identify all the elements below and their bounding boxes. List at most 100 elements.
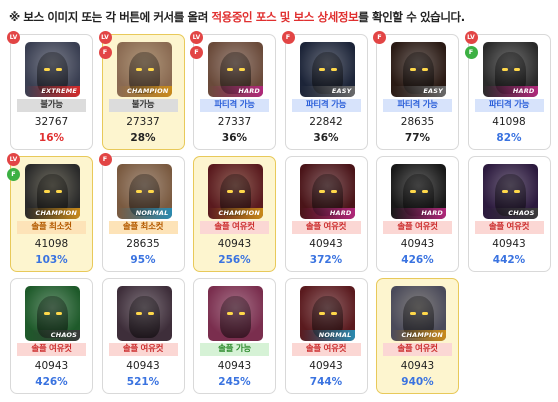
boss-portrait[interactable]: CHAOS	[25, 286, 80, 341]
status-label[interactable]: 파티격 가능	[474, 99, 544, 112]
boss-card[interactable]: CHAOS 솔플 여유컷 40943 442%	[467, 156, 551, 272]
status-label[interactable]: 솔플 최소컷	[17, 221, 86, 234]
power-percent: 521%	[126, 376, 160, 388]
combat-power: 40943	[400, 238, 435, 250]
boss-portrait[interactable]	[208, 286, 263, 341]
boss-portrait[interactable]: CHAMPION	[116, 42, 172, 97]
level-badge-icon: LV	[190, 31, 203, 44]
boss-portrait[interactable]: HARD	[391, 164, 446, 219]
boss-portrait[interactable]	[116, 286, 172, 341]
boss-card[interactable]: NORMAL 솔플 여유컷 40943 744%	[284, 278, 368, 394]
boss-card[interactable]: EASY F 파티격 가능 22842 36%	[281, 31, 368, 150]
boss-portrait[interactable]: EXTREME	[25, 42, 80, 97]
force-badge-icon: F	[98, 153, 112, 166]
status-label[interactable]: 솔플 여유컷	[291, 221, 361, 234]
boss-card[interactable]: CHAMPION LV F 솔플 최소컷 41098 103%	[7, 153, 93, 272]
status-label[interactable]: 불가능	[17, 99, 86, 112]
combat-power: 32767	[34, 116, 69, 128]
notice-suffix: 를 확인할 수 있습니다.	[358, 10, 465, 24]
power-percent: 256%	[218, 254, 251, 266]
boss-eye	[227, 68, 233, 71]
force-badge-icon: F	[7, 168, 20, 181]
combat-power: 27337	[217, 116, 252, 128]
boss-eye	[147, 190, 154, 193]
boss-portrait[interactable]: CHAMPION	[25, 164, 80, 219]
combat-power: 40943	[492, 238, 526, 250]
power-percent: 36%	[313, 132, 339, 144]
power-percent: 744%	[309, 376, 343, 388]
power-percent: 372%	[309, 254, 343, 266]
boss-portrait[interactable]: CHAMPION	[208, 164, 263, 219]
boss-eye	[135, 190, 142, 193]
boss-eye	[318, 312, 325, 315]
boss-card[interactable]: CHAOS 솔플 여유컷 40943 426%	[10, 278, 93, 394]
status-label[interactable]: 솔플 여유컷	[474, 221, 544, 234]
combat-power: 41098	[34, 238, 69, 250]
boss-card[interactable]: HARD LV F 파티격 가능 41098 82%	[464, 31, 551, 150]
boss-eye	[44, 68, 50, 71]
combat-power: 40943	[309, 238, 343, 250]
boss-eye	[44, 190, 50, 193]
boss-portrait[interactable]: NORMAL	[299, 286, 355, 341]
force-badge-icon: F	[464, 46, 478, 59]
power-percent: 940%	[401, 376, 434, 388]
status-label[interactable]: 파티격 가능	[200, 99, 269, 112]
status-label[interactable]: 파티격 가능	[291, 99, 361, 112]
status-label[interactable]: 불가능	[108, 99, 178, 112]
boss-eye	[227, 312, 233, 315]
status-label[interactable]: 솔플 여유컷	[200, 221, 269, 234]
boss-portrait[interactable]: EASY	[299, 42, 355, 97]
boss-card[interactable]: HARD 솔플 여유컷 40943 372%	[284, 156, 368, 272]
combat-power: 28635	[400, 116, 435, 128]
combat-power: 28635	[126, 238, 160, 250]
power-percent: 442%	[492, 254, 526, 266]
boss-eye	[513, 190, 520, 193]
status-label[interactable]: 솔플 여유컷	[383, 343, 452, 356]
boss-portrait[interactable]: HARD	[482, 42, 538, 97]
power-percent: 245%	[218, 376, 251, 388]
force-badge-icon: F	[98, 46, 112, 59]
difficulty-label: EASY	[391, 86, 446, 97]
boss-card[interactable]: 솔플 여유컷 40943 521%	[101, 278, 185, 394]
status-label[interactable]: 솔플 여유컷	[291, 343, 361, 356]
boss-eye	[330, 68, 337, 71]
boss-portrait[interactable]: HARD	[299, 164, 355, 219]
boss-eye	[513, 68, 520, 71]
power-percent: 426%	[35, 376, 68, 388]
difficulty-label: CHAMPION	[25, 208, 80, 219]
boss-card[interactable]: EXTREME LV 불가능 32767 16%	[7, 31, 93, 150]
boss-portrait[interactable]: HARD	[208, 42, 263, 97]
boss-portrait[interactable]: NORMAL	[116, 164, 172, 219]
boss-card[interactable]: EASY F 파티격 가능 28635 77%	[373, 31, 459, 150]
status-label[interactable]: 솔플 여유컷	[383, 221, 452, 234]
boss-card[interactable]: HARD 솔플 여유컷 40943 426%	[376, 156, 459, 272]
difficulty-label: EXTREME	[25, 86, 80, 97]
difficulty-label: CHAOS	[482, 208, 538, 219]
status-label[interactable]: 솔플 최소컷	[108, 221, 178, 234]
combat-power: 40943	[400, 360, 435, 372]
status-label[interactable]: 솔플 가능	[200, 343, 269, 356]
notice-prefix: ※ 보스 이미지 또는 각 버튼에 커서를 올려	[9, 10, 212, 24]
boss-portrait[interactable]: CHAOS	[482, 164, 538, 219]
boss-eye	[135, 312, 142, 315]
boss-card[interactable]: HARD LV F 파티격 가능 27337 36%	[190, 31, 276, 150]
status-label[interactable]: 파티격 가능	[383, 99, 452, 112]
boss-card[interactable]: CHAMPION LV F 불가능 27337 28%	[98, 31, 185, 150]
boss-eye	[56, 312, 62, 315]
boss-eye	[330, 312, 337, 315]
difficulty-label: HARD	[391, 208, 446, 219]
boss-card[interactable]: 솔플 가능 40943 245%	[193, 278, 276, 394]
boss-portrait[interactable]: EASY	[391, 42, 446, 97]
power-percent: 103%	[35, 254, 68, 266]
combat-power: 40943	[217, 360, 252, 372]
difficulty-label: NORMAL	[299, 330, 355, 341]
boss-card[interactable]: CHAMPION 솔플 여유컷 40943 940%	[376, 278, 459, 394]
status-label[interactable]: 솔플 여유컷	[17, 343, 86, 356]
boss-card[interactable]: NORMAL F 솔플 최소컷 28635 95%	[98, 153, 185, 272]
boss-card[interactable]: CHAMPION 솔플 여유컷 40943 256%	[193, 156, 276, 272]
combat-power: 40943	[309, 360, 343, 372]
boss-eye	[135, 68, 142, 71]
status-label[interactable]: 솔플 여유컷	[108, 343, 178, 356]
boss-eye	[422, 312, 428, 315]
boss-portrait[interactable]: CHAMPION	[391, 286, 446, 341]
